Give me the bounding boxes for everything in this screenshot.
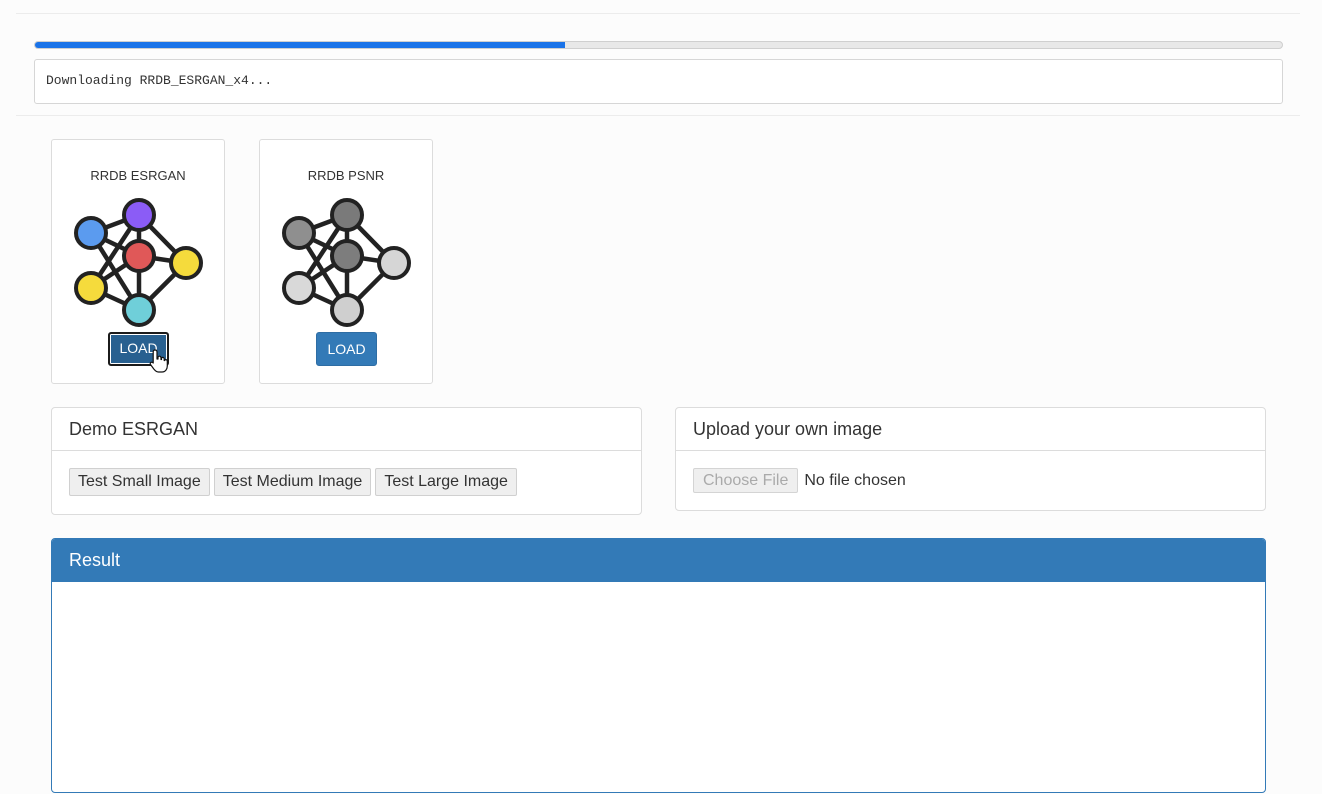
demo-panel: Demo ESRGAN Test Small Image Test Medium …: [51, 407, 642, 515]
test-medium-image-button[interactable]: Test Medium Image: [213, 468, 372, 496]
model-card-rrdb-esrgan: RRDB ESRGAN LOAD: [51, 139, 225, 384]
load-psnr-button[interactable]: LOAD: [316, 332, 377, 366]
progress-fill: [35, 42, 565, 48]
neural-network-gray-icon: [282, 198, 411, 327]
test-small-image-button[interactable]: Test Small Image: [69, 468, 210, 496]
download-progress-bar: [34, 41, 1283, 49]
download-status-text: Downloading RRDB_ESRGAN_x4...: [46, 73, 273, 88]
hand-pointer-cursor-icon: [149, 349, 168, 373]
file-status-text: No file chosen: [804, 472, 906, 489]
neural-network-colored-icon: [74, 198, 203, 327]
top-divider: [16, 13, 1300, 14]
upload-panel-title: Upload your own image: [676, 408, 1265, 451]
section-divider: [16, 115, 1300, 116]
demo-buttons: Test Small Image Test Medium Image Test La…: [52, 451, 641, 496]
model-title: RRDB PSNR: [307, 168, 385, 183]
demo-panel-title: Demo ESRGAN: [52, 408, 641, 451]
model-card-rrdb-psnr: RRDB PSNR LOAD: [259, 139, 433, 384]
test-large-image-button[interactable]: Test Large Image: [375, 468, 517, 496]
upload-panel: Upload your own image Choose File No file…: [675, 407, 1266, 511]
model-title: RRDB ESRGAN: [90, 168, 186, 183]
file-input: Choose File No file chosen: [676, 451, 1265, 493]
download-status-log: Downloading RRDB_ESRGAN_x4...: [34, 59, 1283, 104]
choose-file-button[interactable]: Choose File: [693, 468, 799, 493]
result-panel: Result: [51, 538, 1266, 793]
result-panel-title: Result: [52, 539, 1265, 582]
